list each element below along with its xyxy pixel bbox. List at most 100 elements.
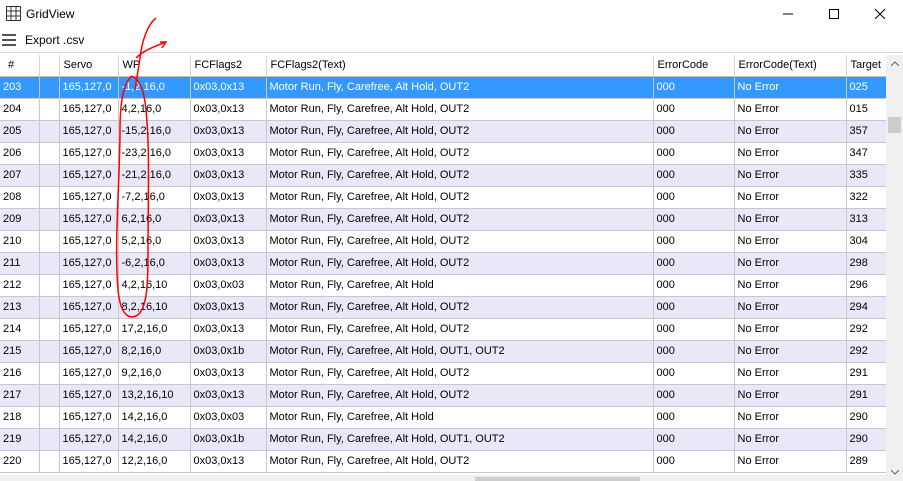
- column-header-col-wp[interactable]: WP: [118, 55, 191, 77]
- table-cell-target: 298: [846, 252, 886, 275]
- scroll-up-arrow[interactable]: [886, 55, 903, 72]
- table-row[interactable]: 216 165,127,0 9,2,16,0 0x03,0x13 Motor Run, …: [0, 362, 886, 385]
- table-cell-errorcode-text: No Error: [734, 274, 847, 297]
- table-row[interactable]: 210 165,127,0 5,2,16,0 0x03,0x13 Motor Run, …: [0, 230, 886, 253]
- maximize-button[interactable]: [811, 0, 857, 28]
- table-cell-servo: 165,127,0: [59, 120, 119, 143]
- table-cell-target: 313: [846, 208, 886, 231]
- table-row[interactable]: 204 165,127,0 4,2,16,0 0x03,0x13 Motor Run, …: [0, 98, 886, 121]
- table-cell-servo: 165,127,0: [59, 428, 119, 451]
- table-row[interactable]: 220 165,127,0 12,2,16,0 0x03,0x13 Motor Run,…: [0, 450, 886, 473]
- column-header-col-fcflags2-text[interactable]: FCFlags2(Text): [266, 55, 654, 77]
- table-row[interactable]: 209 165,127,0 6,2,16,0 0x03,0x13 Motor Run, …: [0, 208, 886, 231]
- table-cell-index: 203: [0, 76, 40, 99]
- table-cell-servo: 165,127,0: [59, 340, 119, 363]
- table-cell-index: 213: [0, 296, 40, 319]
- table-cell-target: 296: [846, 274, 886, 297]
- table-cell-index: 209: [0, 208, 40, 231]
- export-csv-button[interactable]: Export .csv: [25, 33, 84, 47]
- horizontal-scrollbar[interactable]: [0, 475, 886, 481]
- table-cell-marker: [39, 142, 60, 165]
- column-header-col-errorcode-text[interactable]: ErrorCode(Text): [734, 55, 847, 77]
- chevron-up-icon: [890, 61, 899, 66]
- hamburger-menu-icon[interactable]: [2, 34, 16, 46]
- table-row[interactable]: 217 165,127,0 13,2,16,10 0x03,0x13 Motor Run…: [0, 384, 886, 407]
- table-cell-errorcode: 000: [653, 384, 735, 407]
- table-cell-errorcode-text: No Error: [734, 340, 847, 363]
- table-cell-errorcode: 000: [653, 186, 735, 209]
- table-cell-servo: 165,127,0: [59, 362, 119, 385]
- table-cell-wp: 14,2,16,0: [118, 406, 191, 429]
- table-cell-errorcode: 000: [653, 252, 735, 275]
- table-cell-fcflags2-text: Motor Run, Fly, Carefree, Alt Hold, OUT2: [266, 208, 654, 231]
- horizontal-scroll-thumb[interactable]: [475, 477, 640, 481]
- table-cell-marker: [39, 274, 60, 297]
- table-cell-errorcode: 000: [653, 428, 735, 451]
- table-cell-errorcode: 000: [653, 406, 735, 429]
- table-cell-errorcode: 000: [653, 230, 735, 253]
- table-cell-wp: -7,2,16,0: [118, 186, 191, 209]
- table-cell-marker: [39, 186, 60, 209]
- table-cell-wp: 6,2,16,0: [118, 208, 191, 231]
- column-header-col-errorcode[interactable]: ErrorCode: [653, 55, 735, 77]
- column-header-col-servo[interactable]: Servo: [59, 55, 119, 77]
- table-cell-index: 205: [0, 120, 40, 143]
- table-row[interactable]: 212 165,127,0 4,2,16,10 0x03,0x03 Motor Run,…: [0, 274, 886, 297]
- table-row[interactable]: 219 165,127,0 14,2,16,0 0x03,0x1b Motor Run,…: [0, 428, 886, 451]
- table-cell-fcflags2-text: Motor Run, Fly, Carefree, Alt Hold, OUT2: [266, 384, 654, 407]
- table-row[interactable]: 208 165,127,0 -7,2,16,0 0x03,0x13 Motor Run,…: [0, 186, 886, 209]
- table-cell-fcflags2: 0x03,0x13: [190, 164, 267, 187]
- table-cell-errorcode: 000: [653, 164, 735, 187]
- vertical-scrollbar[interactable]: [886, 55, 903, 481]
- table-cell-index: 217: [0, 384, 40, 407]
- table-cell-marker: [39, 406, 60, 429]
- maximize-icon: [829, 9, 839, 19]
- table-cell-marker: [39, 164, 60, 187]
- table-cell-target: 025: [846, 76, 886, 99]
- table-row[interactable]: 205 165,127,0 -15,2,16,0 0x03,0x13 Motor Run…: [0, 120, 886, 143]
- table-cell-target: 294: [846, 296, 886, 319]
- table-cell-fcflags2: 0x03,0x1b: [190, 340, 267, 363]
- table-cell-index: 219: [0, 428, 40, 451]
- table-cell-fcflags2-text: Motor Run, Fly, Carefree, Alt Hold, OUT2: [266, 142, 654, 165]
- table-cell-servo: 165,127,0: [59, 406, 119, 429]
- table-row[interactable]: 207 165,127,0 -21,2,16,0 0x03,0x13 Motor Run…: [0, 164, 886, 187]
- table-cell-fcflags2: 0x03,0x13: [190, 230, 267, 253]
- grid-header-row: # Servo WP FCFlags2 FCFlags2(Text) ErrorCode E…: [0, 55, 886, 77]
- table-row[interactable]: 211 165,127,0 -6,2,16,0 0x03,0x13 Motor Run,…: [0, 252, 886, 275]
- table-row[interactable]: 218 165,127,0 14,2,16,0 0x03,0x03 Motor Run,…: [0, 406, 886, 429]
- minimize-button[interactable]: [765, 0, 811, 28]
- column-header-col-index[interactable]: #: [0, 55, 40, 77]
- table-cell-errorcode: 000: [653, 76, 735, 99]
- column-header-col-marker[interactable]: [39, 55, 60, 77]
- scroll-down-arrow[interactable]: [886, 464, 903, 481]
- table-cell-wp: 13,2,16,10: [118, 384, 191, 407]
- table-cell-fcflags2-text: Motor Run, Fly, Carefree, Alt Hold, OUT2: [266, 76, 654, 99]
- table-cell-fcflags2-text: Motor Run, Fly, Carefree, Alt Hold, OUT2: [266, 98, 654, 121]
- table-cell-index: 220: [0, 450, 40, 473]
- table-row[interactable]: 215 165,127,0 8,2,16,0 0x03,0x1b Motor Run, …: [0, 340, 886, 363]
- table-row[interactable]: 206 165,127,0 -23,2,16,0 0x03,0x13 Motor Run…: [0, 142, 886, 165]
- column-header-col-target[interactable]: Target: [846, 55, 886, 77]
- table-cell-errorcode: 000: [653, 362, 735, 385]
- title-bar: GridView: [0, 0, 903, 28]
- table-cell-target: 291: [846, 384, 886, 407]
- table-cell-wp: -15,2,16,0: [118, 120, 191, 143]
- table-cell-index: 211: [0, 252, 40, 275]
- table-row[interactable]: 214 165,127,0 17,2,16,0 0x03,0x13 Motor Run,…: [0, 318, 886, 341]
- scroll-thumb[interactable]: [888, 117, 901, 133]
- table-cell-fcflags2: 0x03,0x13: [190, 252, 267, 275]
- table-cell-servo: 165,127,0: [59, 186, 119, 209]
- table-cell-wp: 8,2,16,0: [118, 340, 191, 363]
- close-button[interactable]: [857, 0, 903, 28]
- table-cell-marker: [39, 362, 60, 385]
- table-cell-marker: [39, 450, 60, 473]
- column-header-col-fcflags2[interactable]: FCFlags2: [190, 55, 267, 77]
- table-cell-fcflags2: 0x03,0x13: [190, 186, 267, 209]
- data-grid[interactable]: # Servo WP FCFlags2 FCFlags2(Text) ErrorCode E…: [0, 55, 886, 481]
- table-cell-fcflags2-text: Motor Run, Fly, Carefree, Alt Hold, OUT2: [266, 252, 654, 275]
- table-row[interactable]: 213 165,127,0 8,2,16,10 0x03,0x13 Motor Run,…: [0, 296, 886, 319]
- table-cell-fcflags2-text: Motor Run, Fly, Carefree, Alt Hold, OUT2: [266, 296, 654, 319]
- table-row[interactable]: 203 165,127,0 -1,2,16,0 0x03,0x13 Motor Run,…: [0, 76, 886, 99]
- table-cell-wp: 8,2,16,10: [118, 296, 191, 319]
